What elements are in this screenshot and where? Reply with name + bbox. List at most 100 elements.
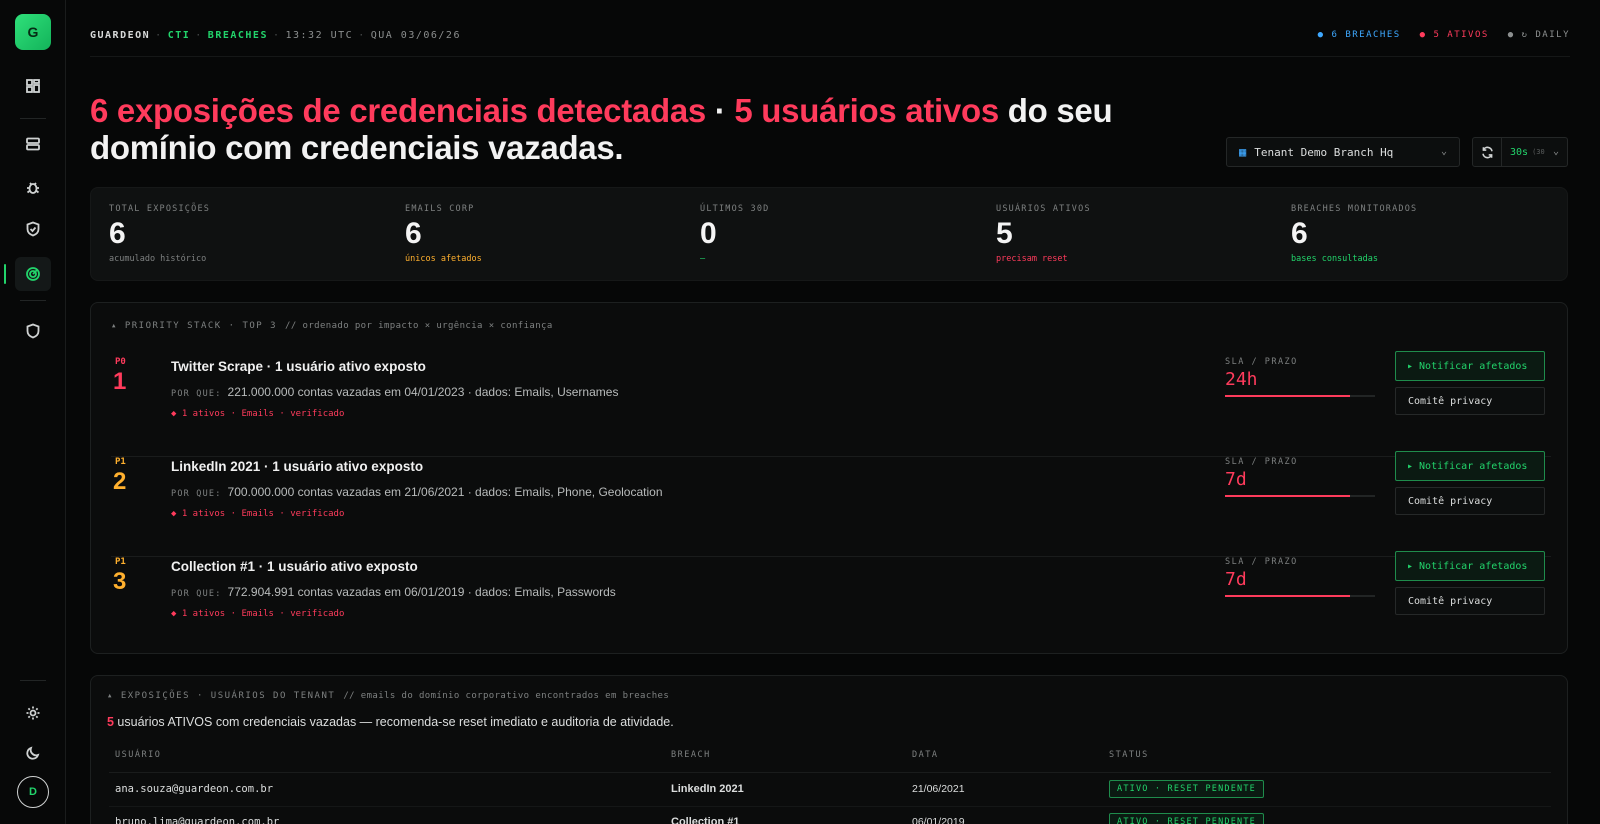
privacy-committee-button[interactable]: Comitê privacy xyxy=(1395,587,1545,615)
cell-date: 21/06/2021 xyxy=(912,783,965,795)
breadcrumb: GUARDEON · CTI · BREACHES · 13:32 UTC · QUA 03/0… xyxy=(90,30,461,41)
priority-title-text[interactable]: LinkedIn 2021 · 1 usuário ativo exposto xyxy=(171,459,423,474)
sla-value: 24h xyxy=(1225,369,1258,390)
panel-title: ▴ EXPOSIÇÕES · USUÁRIOS DO TENANT // emai… xyxy=(107,691,669,701)
kpi-emails-corp: EMAILS CORP 6 únicos afetados xyxy=(405,204,695,264)
sidebar-divider xyxy=(20,300,46,301)
notify-affected-button[interactable]: ▸ Notificar afetados xyxy=(1395,551,1545,581)
column-header-usuario[interactable]: USUÁRIO xyxy=(115,750,161,760)
why-label: POR QUE: xyxy=(171,589,222,599)
column-header-breach[interactable]: BREACH xyxy=(671,750,711,760)
brand-name[interactable]: GUARDEON xyxy=(90,30,150,41)
priority-rank: 1 xyxy=(113,368,127,395)
clock-date: QUA 03/06/26 xyxy=(370,30,461,41)
exposures-note: // emails do domínio corporativo encontr… xyxy=(343,691,670,701)
refresh-icon xyxy=(1481,146,1493,158)
ativos-count-badge: ● 5 ATIVOS xyxy=(1419,30,1489,40)
summary-count: 5 xyxy=(107,715,114,729)
headline-sep: · xyxy=(705,92,735,129)
status-badge: ATIVO · RESET PENDENTE xyxy=(1109,780,1264,798)
interval-value: 30s xyxy=(1510,146,1529,158)
breaches-count-badge: ● 6 BREACHES xyxy=(1317,30,1401,40)
kpi-label: BREACHES MONITORADOS xyxy=(1291,204,1418,214)
chevron-down-icon: ⌄ xyxy=(1440,146,1447,157)
nav-servers[interactable] xyxy=(15,127,51,161)
sla-progress-fill xyxy=(1225,395,1350,397)
nav-security[interactable] xyxy=(15,314,51,348)
kpi-usuarios-ativos: USUÁRIOS ATIVOS 5 precisam reset xyxy=(996,204,1286,264)
nav-protection[interactable] xyxy=(15,212,51,246)
building-icon: ▦ xyxy=(1239,145,1247,159)
nav-vulnerabilities[interactable] xyxy=(15,170,51,204)
kpi-total-exposicoes: TOTAL EXPOSIÇÕES 6 acumulado histórico xyxy=(109,204,399,264)
app-logo[interactable]: G xyxy=(15,14,51,50)
avatar[interactable]: D xyxy=(17,776,49,808)
priority-reason: POR QUE: 700.000.000 contas vazadas em 21… xyxy=(171,485,663,499)
shield-icon xyxy=(26,323,40,339)
bug-icon xyxy=(26,182,40,194)
why-text: 772.904.991 contas vazadas em 06/01/2019… xyxy=(227,585,616,599)
kpi-label: ÚLTIMOS 30D xyxy=(700,204,770,214)
sla-label: SLA / PRAZO xyxy=(1225,357,1298,367)
tenant-select[interactable]: ▦ Tenant Demo Branch Hq ⌄ xyxy=(1226,137,1460,167)
chevron-down-icon: ⌄ xyxy=(1552,146,1559,157)
sla-progress-track xyxy=(1225,495,1375,497)
priority-rank: 3 xyxy=(113,568,127,595)
moon-icon xyxy=(26,746,40,760)
privacy-committee-button[interactable]: Comitê privacy xyxy=(1395,487,1545,515)
kpi-sub: precisam reset xyxy=(996,254,1068,264)
privacy-committee-button[interactable]: Comitê privacy xyxy=(1395,387,1545,415)
exposures-panel: ▴ EXPOSIÇÕES · USUÁRIOS DO TENANT // emai… xyxy=(90,675,1568,824)
refresh-button[interactable] xyxy=(1472,137,1502,167)
clock-time: 13:32 UTC xyxy=(285,30,354,41)
topbar-divider xyxy=(90,56,1570,57)
cell-breach: Collection #1 xyxy=(671,816,740,824)
priority-tag: P1 xyxy=(115,457,126,467)
refresh-interval-select[interactable]: 30s (30 ⌄ xyxy=(1502,137,1568,167)
tenant-value: Tenant Demo Branch Hq xyxy=(1254,145,1394,159)
kpi-value: 6 xyxy=(109,217,126,250)
kpi-panel: TOTAL EXPOSIÇÕES 6 acumulado histórico E… xyxy=(90,187,1568,281)
priority-tag: P0 xyxy=(115,357,126,367)
panel-title: ▴ PRIORITY STACK · TOP 3 // ordenado por … xyxy=(111,321,553,331)
headline-exposures: 6 exposições de credenciais detectadas xyxy=(90,92,706,129)
sidebar-divider xyxy=(20,680,46,681)
nav-settings[interactable] xyxy=(15,696,51,730)
theme-toggle[interactable] xyxy=(15,736,51,770)
topbar: GUARDEON · CTI · BREACHES · 13:32 UTC · QUA 03/0… xyxy=(90,30,1570,44)
priority-tags: ◆ 1 ativos · Emails · verificado xyxy=(171,409,345,419)
priority-reason: POR QUE: 221.000.000 contas vazadas em 04… xyxy=(171,385,618,399)
sidebar: G D xyxy=(0,0,66,824)
sla-progress-track xyxy=(1225,395,1375,397)
column-header-status[interactable]: STATUS xyxy=(1109,750,1149,760)
kpi-sub: bases consultadas xyxy=(1291,254,1378,264)
notify-affected-button[interactable]: ▸ Notificar afetados xyxy=(1395,351,1545,381)
priority-stack-panel: ▴ PRIORITY STACK · TOP 3 // ordenado por … xyxy=(90,302,1568,654)
priority-tag: P1 xyxy=(115,557,126,567)
headline-active-users: 5 usuários ativos xyxy=(734,92,999,129)
priority-rank: 2 xyxy=(113,468,127,495)
why-label: POR QUE: xyxy=(171,489,222,499)
daily-refresh-badge: ● ↻ DAILY xyxy=(1507,30,1570,40)
cell-user: bruno.lima@guardeon.com.br xyxy=(115,816,280,824)
notify-affected-button[interactable]: ▸ Notificar afetados xyxy=(1395,451,1545,481)
radar-icon xyxy=(26,267,40,281)
priority-title: ▴ PRIORITY STACK · TOP 3 xyxy=(111,321,278,331)
kpi-value: 0 xyxy=(700,217,717,250)
kpi-value: 6 xyxy=(1291,217,1308,250)
sla-label: SLA / PRAZO xyxy=(1225,557,1298,567)
gear-icon xyxy=(26,706,40,720)
exposures-summary: 5 usuários ATIVOS com credenciais vazada… xyxy=(107,715,674,729)
status-badge: ATIVO · RESET PENDENTE xyxy=(1109,813,1264,824)
priority-title-text[interactable]: Twitter Scrape · 1 usuário ativo exposto xyxy=(171,359,426,374)
nav-dashboard[interactable] xyxy=(15,69,51,103)
column-header-data[interactable]: DATA xyxy=(912,750,938,760)
kpi-label: USUÁRIOS ATIVOS xyxy=(996,204,1091,214)
interval-sub: (30 xyxy=(1532,148,1545,156)
why-text: 221.000.000 contas vazadas em 04/01/2023… xyxy=(227,385,619,399)
crumb-breaches: BREACHES xyxy=(207,30,268,41)
nav-cti-radar[interactable] xyxy=(15,257,51,291)
crumb-cti[interactable]: CTI xyxy=(168,30,191,41)
priority-title-text[interactable]: Collection #1 · 1 usuário ativo exposto xyxy=(171,559,418,574)
kpi-sub: acumulado histórico xyxy=(109,254,207,264)
